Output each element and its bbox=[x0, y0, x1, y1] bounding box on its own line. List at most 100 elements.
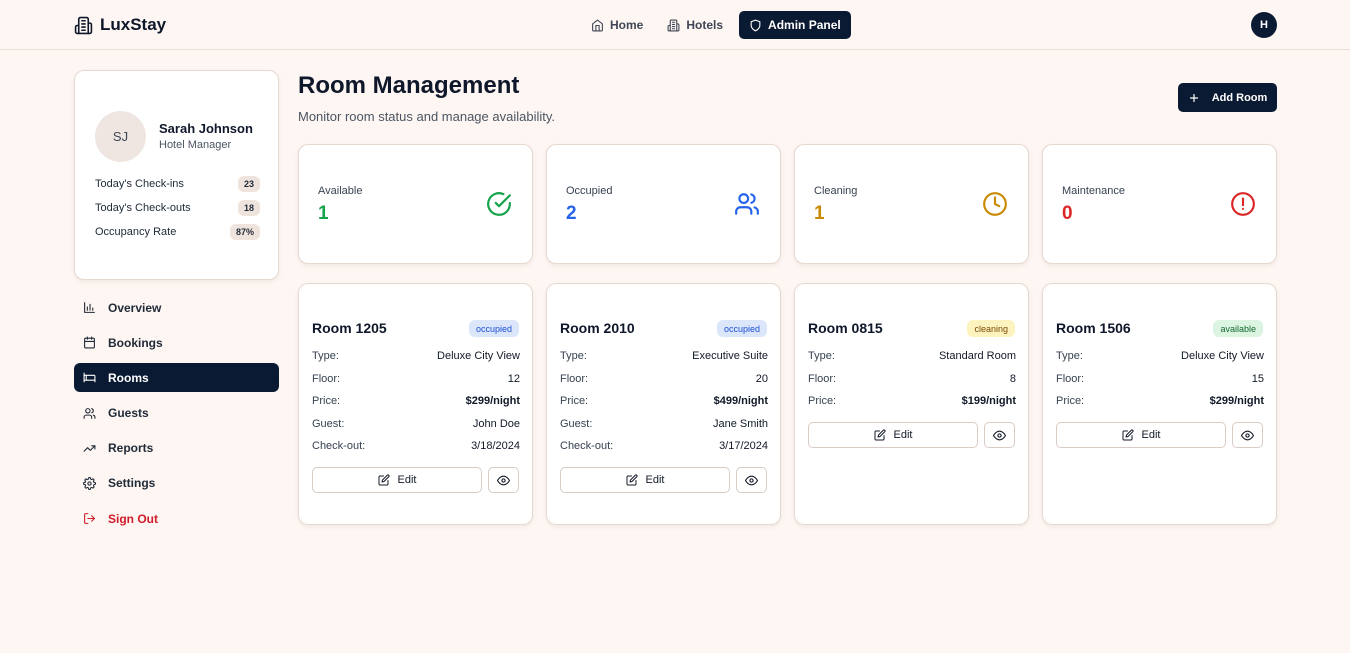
user-avatar[interactable]: H bbox=[1251, 12, 1277, 38]
stat-badge: 87% bbox=[229, 224, 260, 240]
nav-hotels[interactable]: Hotels bbox=[659, 11, 731, 39]
status-badge: cleaning bbox=[967, 320, 1015, 337]
view-button[interactable] bbox=[488, 467, 519, 493]
room-name: Room 0815 bbox=[808, 320, 883, 336]
sidebar-item-label: Guests bbox=[108, 406, 149, 421]
sidebar-item-label: Bookings bbox=[108, 335, 163, 350]
stat-checkins: Today's Check-ins 23 bbox=[95, 175, 260, 193]
room-price: $299/night bbox=[465, 395, 520, 407]
room-guest: Jane Smith bbox=[712, 418, 768, 430]
sidebar-item-label: Settings bbox=[108, 476, 156, 491]
room-floor: 15 bbox=[1251, 373, 1264, 385]
status-value: 1 bbox=[814, 203, 825, 224]
edit-icon bbox=[1122, 429, 1134, 441]
stat-label: Today's Check-ins bbox=[95, 178, 184, 190]
gear-icon bbox=[83, 476, 96, 490]
top-bar: LuxStay Home Hotels Admin Panel H bbox=[0, 0, 1350, 50]
edit-icon bbox=[874, 429, 886, 441]
building-icon bbox=[74, 16, 93, 35]
sign-out-icon bbox=[83, 512, 96, 525]
sidebar-item-sign-out[interactable]: Sign Out bbox=[74, 504, 279, 533]
sidebar-item-reports[interactable]: Reports bbox=[74, 434, 279, 463]
sidebar-item-bookings[interactable]: Bookings bbox=[74, 328, 279, 357]
room-card: Room 1205 occupied Type: Deluxe City Vie… bbox=[298, 283, 533, 525]
edit-button[interactable]: Edit bbox=[808, 422, 978, 448]
room-checkout: 3/17/2024 bbox=[719, 440, 768, 452]
building-icon bbox=[667, 19, 680, 32]
edit-label: Edit bbox=[893, 429, 913, 441]
room-guest: John Doe bbox=[472, 418, 520, 430]
status-label: Available bbox=[318, 185, 363, 197]
status-card-available: Available 1 bbox=[298, 144, 533, 264]
field-label: Guest: bbox=[312, 418, 345, 430]
brand[interactable]: LuxStay bbox=[74, 14, 166, 36]
field-label: Price: bbox=[1056, 395, 1085, 407]
field-label: Type: bbox=[560, 350, 587, 362]
bed-icon bbox=[83, 371, 96, 384]
room-price: $299/night bbox=[1209, 395, 1264, 407]
edit-button[interactable]: Edit bbox=[560, 467, 730, 493]
trending-up-icon bbox=[83, 442, 96, 455]
room-price-row: Price: $499/night bbox=[560, 394, 768, 408]
edit-icon bbox=[626, 474, 638, 486]
field-label: Type: bbox=[312, 350, 339, 362]
sidebar-item-overview[interactable]: Overview bbox=[74, 293, 279, 322]
sidebar-item-label: Sign Out bbox=[108, 511, 158, 526]
status-badge: occupied bbox=[716, 320, 767, 337]
status-card-cleaning: Cleaning 1 bbox=[794, 144, 1029, 264]
edit-button[interactable]: Edit bbox=[1056, 422, 1226, 448]
room-floor-row: Floor: 8 bbox=[808, 372, 1016, 386]
room-card: Room 0815 cleaning Type: Standard Room F… bbox=[794, 283, 1029, 525]
room-floor-row: Floor: 15 bbox=[1056, 372, 1264, 386]
eye-icon bbox=[993, 429, 1006, 442]
status-label: Occupied bbox=[566, 185, 613, 197]
view-button[interactable] bbox=[984, 422, 1015, 448]
sidebar-nav: Overview Bookings Rooms Guests Reports S… bbox=[74, 293, 279, 539]
users-icon bbox=[83, 407, 96, 420]
room-floor: 20 bbox=[755, 373, 768, 385]
edit-label: Edit bbox=[645, 474, 665, 486]
alert-circle-icon bbox=[1230, 191, 1256, 217]
field-label: Price: bbox=[808, 395, 837, 407]
add-room-button[interactable]: Add Room bbox=[1178, 83, 1277, 112]
status-value: 0 bbox=[1062, 203, 1073, 224]
stat-label: Occupancy Rate bbox=[95, 226, 177, 238]
users-icon bbox=[734, 191, 760, 217]
sidebar-item-label: Overview bbox=[108, 300, 162, 315]
field-label: Floor: bbox=[312, 373, 341, 385]
room-name: Room 1205 bbox=[312, 320, 387, 336]
sidebar-item-guests[interactable]: Guests bbox=[74, 399, 279, 428]
room-card: Room 1506 available Type: Deluxe City Vi… bbox=[1042, 283, 1277, 525]
field-label: Floor: bbox=[808, 373, 837, 385]
field-label: Price: bbox=[560, 395, 589, 407]
sidebar-item-settings[interactable]: Settings bbox=[74, 469, 279, 498]
room-guest-row: Guest: John Doe bbox=[312, 417, 520, 431]
page-subtitle: Monitor room status and manage availabil… bbox=[298, 109, 555, 124]
room-type: Deluxe City View bbox=[437, 350, 520, 362]
view-button[interactable] bbox=[1232, 422, 1263, 448]
nav-admin-panel-label: Admin Panel bbox=[768, 18, 841, 32]
edit-label: Edit bbox=[397, 474, 417, 486]
home-icon bbox=[591, 19, 604, 32]
page-title: Room Management bbox=[298, 72, 520, 99]
nav-home[interactable]: Home bbox=[583, 11, 651, 39]
eye-icon bbox=[497, 474, 510, 487]
room-type-row: Type: Standard Room bbox=[808, 349, 1016, 363]
shield-icon bbox=[749, 19, 762, 32]
edit-button[interactable]: Edit bbox=[312, 467, 482, 493]
room-guest-row: Guest: Jane Smith bbox=[560, 417, 768, 431]
nav-admin-panel[interactable]: Admin Panel bbox=[739, 11, 851, 39]
room-price: $199/night bbox=[961, 395, 1016, 407]
field-label: Type: bbox=[808, 350, 835, 362]
room-floor: 12 bbox=[507, 373, 520, 385]
view-button[interactable] bbox=[736, 467, 767, 493]
sidebar-item-rooms[interactable]: Rooms bbox=[74, 363, 279, 393]
profile-name: Sarah Johnson bbox=[159, 121, 253, 136]
avatar: SJ bbox=[95, 111, 146, 162]
clock-icon bbox=[982, 191, 1008, 217]
bar-chart-icon bbox=[83, 301, 96, 314]
brand-name: LuxStay bbox=[100, 15, 167, 34]
nav-home-label: Home bbox=[610, 18, 644, 32]
stat-badge: 23 bbox=[237, 176, 260, 192]
sidebar-item-label: Rooms bbox=[108, 370, 149, 385]
